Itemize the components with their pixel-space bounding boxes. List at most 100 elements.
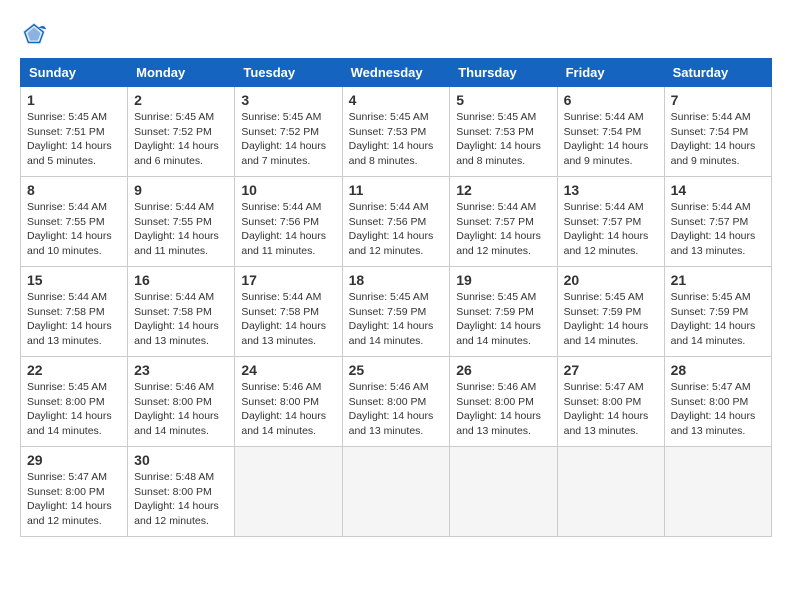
- calendar-cell: 15Sunrise: 5:44 AM Sunset: 7:58 PM Dayli…: [21, 267, 128, 357]
- calendar-cell: 22 Sunrise: 5:45 AM Sunset: 8:00 PM Dayli…: [21, 357, 128, 447]
- day-number: 18: [349, 272, 444, 288]
- day-number: 19: [456, 272, 550, 288]
- day-number: 8: [27, 182, 121, 198]
- calendar-cell: 4 Sunrise: 5:45 AM Sunset: 7:53 PM Daylig…: [342, 87, 450, 177]
- day-number: 10: [241, 182, 335, 198]
- calendar-week-row: 29 Sunrise: 5:47 AM Sunset: 8:00 PM Dayli…: [21, 447, 772, 537]
- day-info: Sunrise: 5:46 AM Sunset: 8:00 PM Dayligh…: [456, 380, 550, 439]
- day-number: 28: [671, 362, 765, 378]
- day-number: 9: [134, 182, 228, 198]
- weekday-header-tuesday: Tuesday: [235, 59, 342, 87]
- weekday-header-friday: Friday: [557, 59, 664, 87]
- day-number: 17: [241, 272, 335, 288]
- calendar-cell: 24 Sunrise: 5:46 AM Sunset: 8:00 PM Dayli…: [235, 357, 342, 447]
- calendar-cell: 25 Sunrise: 5:46 AM Sunset: 8:00 PM Dayli…: [342, 357, 450, 447]
- logo: [20, 20, 52, 48]
- day-info: Sunrise: 5:44 AM Sunset: 7:56 PM Dayligh…: [241, 200, 335, 259]
- calendar-cell: 3 Sunrise: 5:45 AM Sunset: 7:52 PM Daylig…: [235, 87, 342, 177]
- weekday-header-monday: Monday: [128, 59, 235, 87]
- day-info: Sunrise: 5:48 AM Sunset: 8:00 PM Dayligh…: [134, 470, 228, 529]
- day-number: 20: [564, 272, 658, 288]
- weekday-header-thursday: Thursday: [450, 59, 557, 87]
- day-info: Sunrise: 5:44 AM Sunset: 7:57 PM Dayligh…: [456, 200, 550, 259]
- day-number: 11: [349, 182, 444, 198]
- day-info: Sunrise: 5:45 AM Sunset: 7:59 PM Dayligh…: [349, 290, 444, 349]
- day-info: Sunrise: 5:46 AM Sunset: 8:00 PM Dayligh…: [241, 380, 335, 439]
- day-info: Sunrise: 5:44 AM Sunset: 7:57 PM Dayligh…: [671, 200, 765, 259]
- day-number: 21: [671, 272, 765, 288]
- calendar-cell: 21 Sunrise: 5:45 AM Sunset: 7:59 PM Dayli…: [664, 267, 771, 357]
- day-info: Sunrise: 5:47 AM Sunset: 8:00 PM Dayligh…: [564, 380, 658, 439]
- day-info: Sunrise: 5:44 AM Sunset: 7:55 PM Dayligh…: [27, 200, 121, 259]
- calendar-cell: 6Sunrise: 5:44 AM Sunset: 7:54 PM Daylig…: [557, 87, 664, 177]
- day-info: Sunrise: 5:45 AM Sunset: 8:00 PM Dayligh…: [27, 380, 121, 439]
- day-number: 26: [456, 362, 550, 378]
- day-number: 3: [241, 92, 335, 108]
- calendar-cell: 2 Sunrise: 5:45 AM Sunset: 7:52 PM Daylig…: [128, 87, 235, 177]
- day-info: Sunrise: 5:44 AM Sunset: 7:54 PM Dayligh…: [564, 110, 658, 169]
- calendar-cell: [557, 447, 664, 537]
- day-info: Sunrise: 5:46 AM Sunset: 8:00 PM Dayligh…: [349, 380, 444, 439]
- calendar-week-row: 1Sunrise: 5:45 AM Sunset: 7:51 PM Daylig…: [21, 87, 772, 177]
- day-info: Sunrise: 5:45 AM Sunset: 7:52 PM Dayligh…: [241, 110, 335, 169]
- calendar-cell: 9 Sunrise: 5:44 AM Sunset: 7:55 PM Daylig…: [128, 177, 235, 267]
- calendar-cell: [664, 447, 771, 537]
- day-number: 23: [134, 362, 228, 378]
- day-number: 1: [27, 92, 121, 108]
- day-info: Sunrise: 5:44 AM Sunset: 7:55 PM Dayligh…: [134, 200, 228, 259]
- day-number: 7: [671, 92, 765, 108]
- weekday-header-sunday: Sunday: [21, 59, 128, 87]
- day-number: 29: [27, 452, 121, 468]
- day-info: Sunrise: 5:44 AM Sunset: 7:56 PM Dayligh…: [349, 200, 444, 259]
- day-number: 27: [564, 362, 658, 378]
- calendar-cell: 17 Sunrise: 5:44 AM Sunset: 7:58 PM Dayli…: [235, 267, 342, 357]
- calendar-cell: 28 Sunrise: 5:47 AM Sunset: 8:00 PM Dayli…: [664, 357, 771, 447]
- day-number: 14: [671, 182, 765, 198]
- calendar-cell: 30 Sunrise: 5:48 AM Sunset: 8:00 PM Dayli…: [128, 447, 235, 537]
- calendar-cell: 12Sunrise: 5:44 AM Sunset: 7:57 PM Dayli…: [450, 177, 557, 267]
- day-info: Sunrise: 5:45 AM Sunset: 7:59 PM Dayligh…: [564, 290, 658, 349]
- calendar-cell: 20 Sunrise: 5:45 AM Sunset: 7:59 PM Dayli…: [557, 267, 664, 357]
- day-info: Sunrise: 5:45 AM Sunset: 7:52 PM Dayligh…: [134, 110, 228, 169]
- day-number: 24: [241, 362, 335, 378]
- calendar-cell: 26 Sunrise: 5:46 AM Sunset: 8:00 PM Dayli…: [450, 357, 557, 447]
- calendar-cell: 11 Sunrise: 5:44 AM Sunset: 7:56 PM Dayli…: [342, 177, 450, 267]
- day-number: 13: [564, 182, 658, 198]
- calendar-table: SundayMondayTuesdayWednesdayThursdayFrid…: [20, 58, 772, 537]
- logo-icon: [20, 20, 48, 48]
- calendar-week-row: 8 Sunrise: 5:44 AM Sunset: 7:55 PM Daylig…: [21, 177, 772, 267]
- calendar-cell: 5 Sunrise: 5:45 AM Sunset: 7:53 PM Daylig…: [450, 87, 557, 177]
- day-number: 30: [134, 452, 228, 468]
- page-header: [20, 20, 772, 48]
- day-info: Sunrise: 5:45 AM Sunset: 7:53 PM Dayligh…: [456, 110, 550, 169]
- calendar-week-row: 22 Sunrise: 5:45 AM Sunset: 8:00 PM Dayli…: [21, 357, 772, 447]
- day-info: Sunrise: 5:47 AM Sunset: 8:00 PM Dayligh…: [671, 380, 765, 439]
- day-number: 2: [134, 92, 228, 108]
- calendar-cell: [342, 447, 450, 537]
- day-info: Sunrise: 5:45 AM Sunset: 7:59 PM Dayligh…: [671, 290, 765, 349]
- calendar-cell: [450, 447, 557, 537]
- day-info: Sunrise: 5:44 AM Sunset: 7:58 PM Dayligh…: [241, 290, 335, 349]
- day-info: Sunrise: 5:44 AM Sunset: 7:58 PM Dayligh…: [27, 290, 121, 349]
- calendar-cell: 14 Sunrise: 5:44 AM Sunset: 7:57 PM Dayli…: [664, 177, 771, 267]
- day-number: 22: [27, 362, 121, 378]
- calendar-cell: 29 Sunrise: 5:47 AM Sunset: 8:00 PM Dayli…: [21, 447, 128, 537]
- day-number: 4: [349, 92, 444, 108]
- calendar-cell: 16Sunrise: 5:44 AM Sunset: 7:58 PM Dayli…: [128, 267, 235, 357]
- calendar-cell: 7 Sunrise: 5:44 AM Sunset: 7:54 PM Daylig…: [664, 87, 771, 177]
- day-info: Sunrise: 5:47 AM Sunset: 8:00 PM Dayligh…: [27, 470, 121, 529]
- day-info: Sunrise: 5:44 AM Sunset: 7:57 PM Dayligh…: [564, 200, 658, 259]
- day-info: Sunrise: 5:45 AM Sunset: 7:53 PM Dayligh…: [349, 110, 444, 169]
- calendar-cell: 19Sunrise: 5:45 AM Sunset: 7:59 PM Dayli…: [450, 267, 557, 357]
- day-info: Sunrise: 5:44 AM Sunset: 7:54 PM Dayligh…: [671, 110, 765, 169]
- calendar-cell: 18 Sunrise: 5:45 AM Sunset: 7:59 PM Dayli…: [342, 267, 450, 357]
- day-number: 16: [134, 272, 228, 288]
- calendar-header-row: SundayMondayTuesdayWednesdayThursdayFrid…: [21, 59, 772, 87]
- calendar-week-row: 15Sunrise: 5:44 AM Sunset: 7:58 PM Dayli…: [21, 267, 772, 357]
- calendar-cell: 27 Sunrise: 5:47 AM Sunset: 8:00 PM Dayli…: [557, 357, 664, 447]
- calendar-cell: [235, 447, 342, 537]
- calendar-cell: 1Sunrise: 5:45 AM Sunset: 7:51 PM Daylig…: [21, 87, 128, 177]
- day-number: 25: [349, 362, 444, 378]
- weekday-header-saturday: Saturday: [664, 59, 771, 87]
- day-number: 5: [456, 92, 550, 108]
